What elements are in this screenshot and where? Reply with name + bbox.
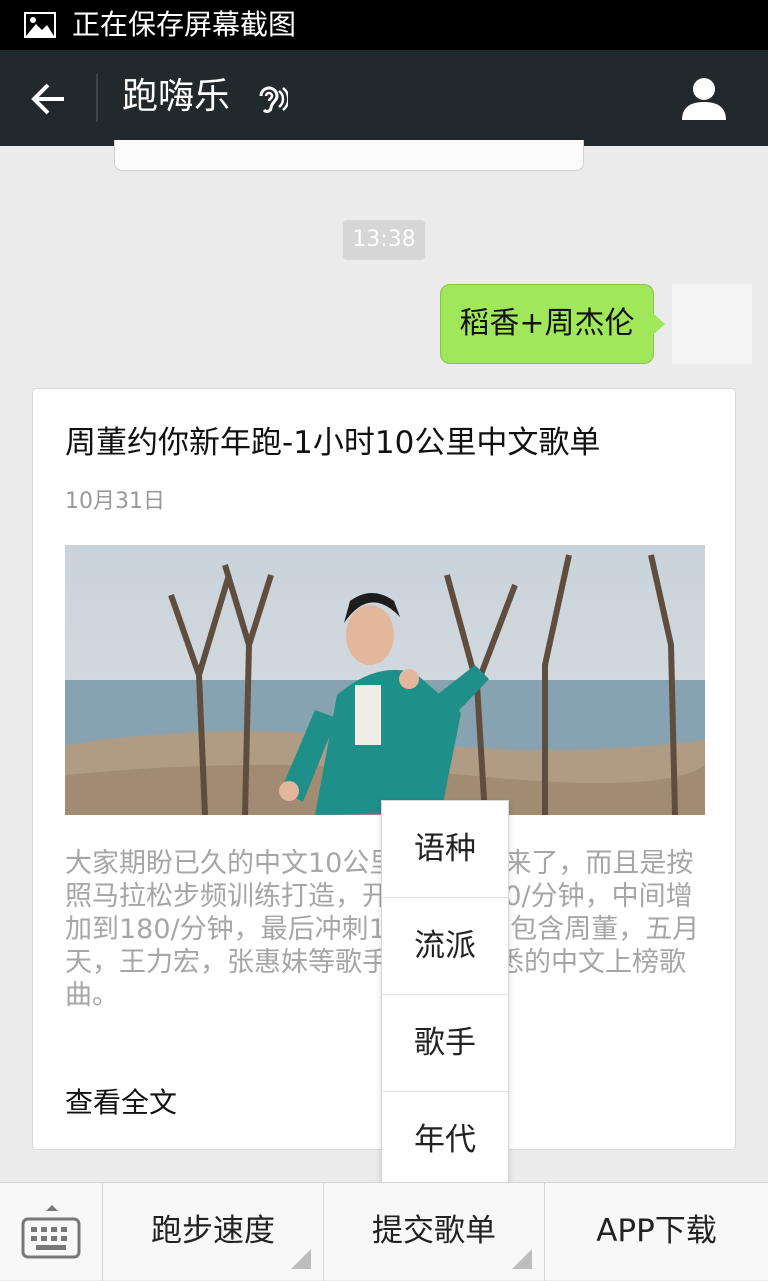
menu-tab-running-speed[interactable]: 跑步速度 xyxy=(103,1183,324,1281)
keyboard-icon xyxy=(21,1205,81,1259)
menu-item-singer[interactable]: 歌手 xyxy=(382,995,508,1092)
chat-title: 跑嗨乐 xyxy=(122,76,231,117)
submenu-indicator-icon xyxy=(512,1249,532,1269)
article-date: 10月31日 xyxy=(65,489,165,514)
menu-tab-label: APP下载 xyxy=(596,1213,717,1249)
article-title: 周董约你新年跑-1小时10公里中文歌单 xyxy=(65,425,601,461)
back-arrow-icon[interactable] xyxy=(26,76,72,122)
earpiece-mode-icon xyxy=(259,86,288,113)
submenu-popup: 语种 流派 歌手 年代 xyxy=(381,800,509,1183)
status-bar: 正在保存屏幕截图 xyxy=(0,0,768,50)
previous-card-edge xyxy=(114,140,584,171)
keyboard-toggle-button[interactable] xyxy=(0,1183,103,1281)
header-divider xyxy=(96,74,98,122)
user-avatar[interactable] xyxy=(672,284,752,364)
submenu-indicator-icon xyxy=(291,1249,311,1269)
header-bar: 跑嗨乐 xyxy=(0,50,768,146)
menu-tab-label: 跑步速度 xyxy=(151,1213,275,1249)
message-timestamp: 13:38 xyxy=(343,220,425,260)
status-text: 正在保存屏幕截图 xyxy=(72,8,297,41)
profile-icon[interactable] xyxy=(680,74,728,122)
menu-item-genre[interactable]: 流派 xyxy=(382,898,508,995)
image-icon xyxy=(24,12,56,38)
menu-item-language[interactable]: 语种 xyxy=(382,801,508,898)
menu-tab-label: 提交歌单 xyxy=(372,1213,496,1249)
article-cover-image xyxy=(65,545,705,815)
read-full-article-link[interactable]: 查看全文 xyxy=(65,1081,177,1121)
menu-tab-submit-playlist[interactable]: 提交歌单 xyxy=(324,1183,545,1281)
sent-message-bubble[interactable]: 稻香+周杰伦 xyxy=(440,284,665,364)
menu-item-era[interactable]: 年代 xyxy=(382,1092,508,1188)
menu-tab-app-download[interactable]: APP下载 xyxy=(545,1183,768,1281)
bottom-menu-bar: 跑步速度 提交歌单 APP下载 xyxy=(0,1182,768,1281)
